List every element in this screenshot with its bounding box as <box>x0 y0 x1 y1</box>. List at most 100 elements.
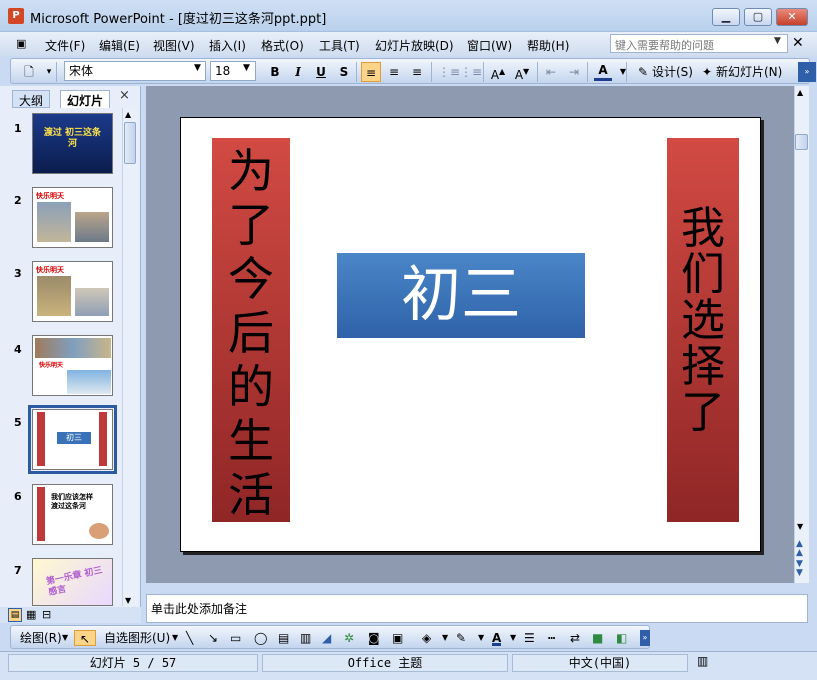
line-style-icon[interactable]: ☰ <box>524 630 535 646</box>
menu-file[interactable]: 文件(F) <box>45 37 85 54</box>
drawbar-overflow-icon[interactable]: » <box>640 630 650 646</box>
slide-thumbnail-4[interactable]: 快乐明天 <box>32 335 113 396</box>
close-button[interactable]: ✕ <box>776 8 808 26</box>
autoshapes-button[interactable]: 自选图形(U) <box>104 630 170 646</box>
align-right-button[interactable]: ≡ <box>408 62 426 82</box>
slide-scrollbar[interactable] <box>794 86 809 583</box>
rectangle-icon[interactable]: ▭ <box>230 630 241 646</box>
scroll-up-icon[interactable]: ▲ <box>797 88 803 97</box>
notes-pane[interactable]: 单击此处添加备注 <box>146 594 808 623</box>
decrease-font-icon[interactable]: A▼ <box>513 62 531 82</box>
toolbar-separator <box>626 62 627 82</box>
slideshow-view-icon[interactable]: ⊟ <box>42 608 51 621</box>
shadow-button[interactable]: S <box>335 62 353 82</box>
bullets-icon[interactable]: ⋮≡ <box>460 62 482 82</box>
scroll-thumb[interactable] <box>795 134 808 150</box>
maximize-button[interactable]: ▢ <box>744 8 772 26</box>
new-document-icon[interactable]: 🗋 <box>20 62 38 82</box>
numbering-icon[interactable]: ⋮≡ <box>438 62 460 82</box>
toolbar-overflow-icon[interactable]: » <box>798 62 816 82</box>
new-slide-button[interactable]: 新幻灯片(N) <box>716 62 782 82</box>
thumb-text: 初三 <box>57 432 91 444</box>
draw-dropdown-icon[interactable]: ▼ <box>62 630 68 646</box>
sorter-view-icon[interactable]: ▦ <box>26 608 36 621</box>
center-title-box[interactable]: 初三 <box>337 253 585 338</box>
menu-window[interactable]: 窗口(W) <box>467 37 512 54</box>
fill-color-dropdown-icon[interactable]: ▼ <box>442 630 448 646</box>
increase-indent-icon[interactable]: ⇥ <box>565 62 583 82</box>
scroll-down-icon[interactable]: ▼ <box>125 596 131 605</box>
arrow-style-icon[interactable]: ⇄ <box>570 630 580 646</box>
slide-thumbnail-3[interactable]: 快乐明天 <box>32 261 113 322</box>
thumb-photo <box>35 338 111 358</box>
menu-help[interactable]: 帮助(H) <box>527 37 569 54</box>
3d-style-icon[interactable]: ◧ <box>616 630 627 646</box>
design-icon[interactable]: ✎ <box>634 62 652 82</box>
menu-tools[interactable]: 工具(T) <box>319 37 360 54</box>
font-name-select[interactable]: 宋体 <box>64 61 206 81</box>
font-color-button[interactable]: A <box>594 62 612 81</box>
line-color-dropdown-icon[interactable]: ▼ <box>478 630 484 646</box>
font-color-dropdown-icon[interactable]: ▼ <box>510 630 516 646</box>
minimize-button[interactable]: ▁ <box>712 8 740 26</box>
textbox-icon[interactable]: ▤ <box>278 630 289 646</box>
align-center-button[interactable]: ≡ <box>385 62 403 82</box>
font-color-icon[interactable]: A <box>492 630 502 646</box>
bold-button[interactable]: B <box>266 62 284 82</box>
align-left-button[interactable]: ≡ <box>361 62 381 82</box>
help-dropdown-icon[interactable]: ▼ <box>774 36 781 46</box>
slides-panel-scrollbar[interactable] <box>122 108 138 606</box>
draw-menu-button[interactable]: 绘图(R) <box>20 630 62 646</box>
scroll-up-icon[interactable]: ▲ <box>125 110 131 119</box>
menu-insert[interactable]: 插入(I) <box>209 37 246 54</box>
vertical-textbox-icon[interactable]: ▥ <box>300 630 311 646</box>
font-color-dropdown-icon[interactable]: ▼ <box>614 62 632 82</box>
decrease-indent-icon[interactable]: ⇤ <box>542 62 560 82</box>
font-size-dropdown-icon[interactable]: ▼ <box>243 63 250 73</box>
dash-style-icon[interactable]: ┅ <box>548 630 555 646</box>
line-icon[interactable]: ╲ <box>186 630 193 646</box>
next-slide-icon[interactable]: ▼ ▼ <box>796 560 803 578</box>
line-color-icon[interactable]: ✎ <box>456 630 466 646</box>
menu-view[interactable]: 视图(V) <box>153 37 195 54</box>
autoshapes-dropdown-icon[interactable]: ▼ <box>172 630 178 646</box>
scroll-thumb[interactable] <box>124 122 136 164</box>
shadow-style-icon[interactable]: ■ <box>592 630 603 646</box>
diagram-icon[interactable]: ✲ <box>344 630 354 646</box>
previous-slide-icon[interactable]: ▲ ▲ <box>796 540 803 558</box>
scroll-down-icon[interactable]: ▼ <box>797 522 803 531</box>
menu-slideshow[interactable]: 幻灯片放映(D) <box>375 37 454 54</box>
powerpoint-app-icon[interactable]: P <box>8 8 24 24</box>
panel-close-icon[interactable]: × <box>119 88 130 103</box>
menu-format[interactable]: 格式(O) <box>261 37 304 54</box>
help-search-input[interactable]: 键入需要帮助的问题 <box>610 34 788 53</box>
spelling-icon[interactable]: ▥ <box>697 654 708 668</box>
right-vertical-text-box[interactable]: 我们选择了 <box>667 138 739 522</box>
oval-icon[interactable]: ◯ <box>254 630 267 646</box>
new-slide-icon[interactable]: ✦ <box>698 62 716 82</box>
tab-slides[interactable]: 幻灯片 <box>60 90 111 108</box>
slide-thumbnail-1[interactable]: 渡过 初三这条河 <box>32 113 113 174</box>
italic-button[interactable]: I <box>289 62 307 82</box>
slide-thumbnail-7[interactable]: 第一乐章 初三感言 <box>32 558 113 606</box>
normal-view-icon[interactable]: ▤ <box>8 608 22 622</box>
menu-edit[interactable]: 编辑(E) <box>99 37 140 54</box>
underline-button[interactable]: U <box>312 62 330 82</box>
font-name-dropdown-icon[interactable]: ▼ <box>194 63 201 73</box>
thumb-photo <box>37 202 71 242</box>
wordart-icon[interactable]: ◢ <box>322 630 331 646</box>
doc-icon[interactable]: ▣ <box>16 37 26 50</box>
slide-thumbnail-6[interactable]: 我们应该怎样渡过这条河 <box>32 484 113 545</box>
design-button[interactable]: 设计(S) <box>652 62 693 82</box>
select-pointer-icon[interactable]: ↖ <box>74 630 96 646</box>
increase-font-icon[interactable]: A▲ <box>489 62 507 82</box>
fill-color-icon[interactable]: ◈ <box>422 630 431 646</box>
document-close-icon[interactable]: ✕ <box>792 35 804 51</box>
clipart-icon[interactable]: ◙ <box>368 630 380 646</box>
tab-outline[interactable]: 大纲 <box>12 90 51 108</box>
left-vertical-text-box[interactable]: 为了今后的生活 <box>212 138 290 522</box>
slide-thumbnail-2[interactable]: 快乐明天 <box>32 187 113 248</box>
slide-thumbnail-5[interactable]: 初三 <box>28 405 117 474</box>
picture-icon[interactable]: ▣ <box>392 630 403 646</box>
arrow-icon[interactable]: ↘ <box>208 630 218 646</box>
